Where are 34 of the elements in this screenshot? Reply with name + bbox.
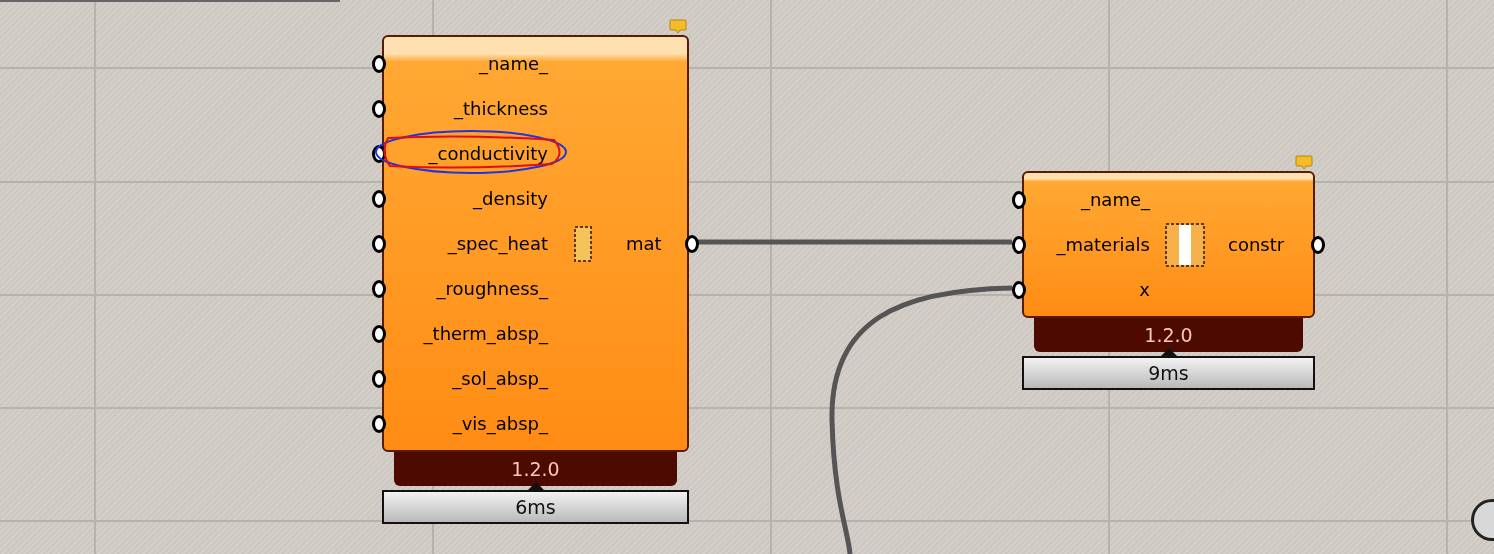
input-label: _vis_absp_: [452, 413, 548, 434]
input-label: _name_: [478, 53, 548, 74]
input-grip[interactable]: [1012, 280, 1026, 299]
input-label: _thickness: [453, 98, 548, 119]
input-grip[interactable]: [372, 324, 386, 343]
output-grip[interactable]: [1311, 235, 1325, 254]
input-grip[interactable]: [1012, 190, 1026, 209]
input-label: _sol_absp_: [452, 368, 548, 389]
navigation-icon[interactable]: [1471, 499, 1494, 541]
input-label: _density: [473, 188, 548, 209]
input-label: _conductivity: [428, 143, 548, 164]
input-label: _name_: [1080, 189, 1150, 210]
input-grip[interactable]: [1012, 235, 1026, 254]
input-label: _materials: [1056, 234, 1150, 255]
input-label: _therm_absp_: [423, 323, 548, 344]
input-grip[interactable]: [372, 234, 386, 253]
material-layer-icon: [574, 225, 592, 262]
input-grip[interactable]: [372, 279, 386, 298]
output-grip[interactable]: [685, 234, 699, 253]
layer-stack-icon: [1165, 222, 1205, 267]
input-grip[interactable]: [372, 414, 386, 433]
input-grip[interactable]: [372, 189, 386, 208]
output-label: mat: [626, 233, 662, 254]
output-label: constr: [1228, 234, 1285, 255]
component-background[interactable]: [382, 35, 689, 452]
input-label: _spec_heat: [447, 233, 548, 254]
input-label: _roughness_: [436, 278, 548, 299]
input-grip[interactable]: [372, 99, 386, 118]
component-background[interactable]: [1022, 171, 1315, 318]
timing-label: 9ms: [1022, 356, 1315, 390]
input-grip[interactable]: [372, 369, 386, 388]
input-grip[interactable]: [372, 54, 386, 73]
timing-label: 6ms: [382, 490, 689, 524]
input-label: x: [1139, 279, 1150, 300]
